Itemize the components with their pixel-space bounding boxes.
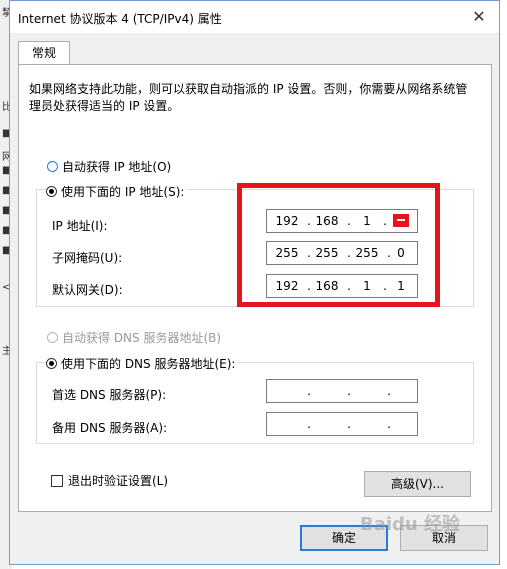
advanced-button[interactable]: 高级(V)... [364, 471, 471, 497]
manual-dns-radio[interactable] [46, 358, 57, 369]
watermark: Baidu 经验 [360, 514, 461, 535]
auto-dns-option[interactable]: 自动获得 DNS 服务器地址(B) [47, 329, 221, 346]
preferred-dns-label: 首选 DNS 服务器(P): [52, 388, 167, 402]
red-annotation-box [237, 183, 440, 307]
subnet-mask-label: 子网掩码(U): [52, 251, 123, 265]
manual-dns-label: 使用下面的 DNS 服务器地址(E): [61, 357, 236, 371]
manual-ip-option[interactable]: 使用下面的 IP 地址(S): [46, 183, 188, 200]
ip-separator: . [387, 417, 391, 431]
ip-address-label: IP 地址(I): [52, 219, 108, 233]
auto-ip-radio[interactable] [47, 161, 58, 172]
auto-ip-option[interactable]: 自动获得 IP 地址(O) [47, 158, 171, 175]
auto-ip-label: 自动获得 IP 地址(O) [62, 160, 172, 174]
preferred-dns-field[interactable]: . . . [266, 379, 418, 403]
ip-separator: . [347, 384, 351, 398]
tab-general[interactable]: 常规 [18, 41, 70, 65]
alternate-dns-label: 备用 DNS 服务器(A): [52, 421, 168, 435]
ip-separator: . [307, 417, 311, 431]
window-title: Internet 协议版本 4 (TCP/IPv4) 属性 [18, 12, 222, 26]
auto-dns-label: 自动获得 DNS 服务器地址(B) [62, 331, 222, 345]
validate-on-exit-checkbox[interactable] [51, 474, 63, 487]
ip-separator: . [387, 384, 391, 398]
validate-on-exit-label: 退出时验证设置(L) [68, 474, 169, 488]
manual-ip-radio[interactable] [46, 186, 57, 197]
close-icon[interactable]: ✕ [459, 1, 499, 33]
alternate-dns-field[interactable]: . . . [266, 412, 418, 436]
title-bar: Internet 协议版本 4 (TCP/IPv4) 属性 ✕ [10, 1, 499, 33]
validate-on-exit-option[interactable]: 退出时验证设置(L) [51, 472, 168, 489]
ip-separator: . [347, 417, 351, 431]
auto-dns-radio[interactable] [47, 332, 58, 343]
manual-dns-option[interactable]: 使用下面的 DNS 服务器地址(E): [46, 355, 239, 372]
description-text: 如果网络支持此功能，则可以获取自动指派的 IP 设置。否则，你需要从网络系统管理… [29, 82, 468, 113]
ip-separator: . [307, 384, 311, 398]
manual-ip-label: 使用下面的 IP 地址(S): [61, 185, 185, 199]
default-gateway-label: 默认网关(D): [52, 283, 123, 297]
